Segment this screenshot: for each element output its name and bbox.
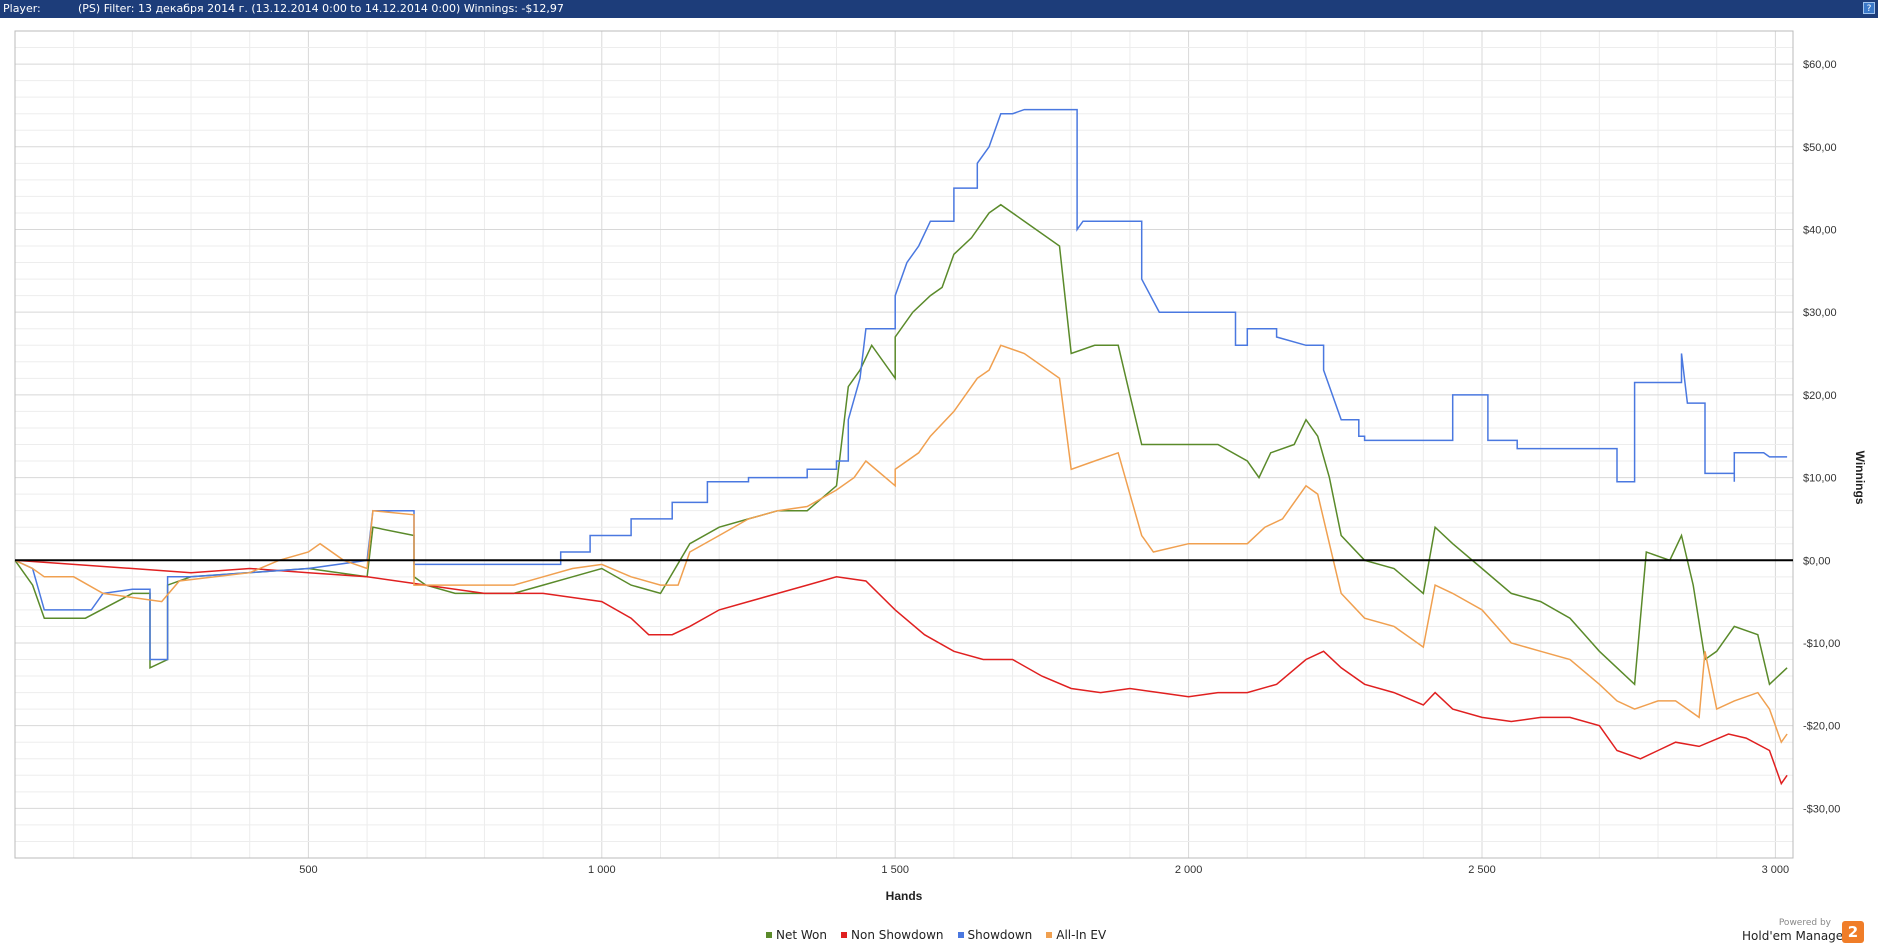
player-label: Player: [3, 2, 41, 15]
legend-swatch [766, 932, 772, 938]
x-tick-label: 500 [299, 864, 317, 876]
legend-label: All-In EV [1056, 928, 1107, 942]
title-bar: Player: (PS) Filter: 13 декабря 2014 г. … [0, 0, 1878, 18]
y-tick-label: $50,00 [1803, 142, 1837, 154]
legend-item: Non Showdown [841, 928, 944, 942]
winnings-chart: 500 1 000 1 500 2 000 2 500 3 000 -$30,00 -$20… [14, 30, 1867, 903]
series-layer [14, 108, 1788, 786]
legend-label: Non Showdown [851, 928, 944, 942]
legend-label: Showdown [967, 928, 1033, 942]
legend-item: Net Won [766, 928, 827, 942]
legend-swatch [1046, 932, 1053, 938]
x-tick-label: 1 500 [881, 864, 909, 876]
legend-label: Net Won [776, 928, 827, 942]
x-axis-ticks: 500 1 000 1 500 2 000 2 500 3 000 [299, 864, 1789, 876]
y-tick-label: -$10,00 [1803, 638, 1840, 650]
legend-item: All-In EV [1046, 928, 1106, 942]
y-tick-label: $30,00 [1803, 307, 1837, 319]
x-axis-label: Hands [886, 889, 923, 903]
x-tick-label: 1 000 [588, 864, 616, 876]
x-tick-label: 2 500 [1468, 864, 1496, 876]
y-tick-label: $60,00 [1803, 59, 1837, 71]
x-tick-label: 3 000 [1762, 864, 1790, 876]
legend-swatch [957, 932, 964, 938]
y-tick-label: -$30,00 [1803, 803, 1840, 815]
help-icon[interactable]: ? [1863, 2, 1875, 14]
legend-swatch [841, 932, 847, 938]
chart-grid [15, 30, 1793, 859]
hm2-logo-icon: 2 [1842, 921, 1864, 943]
legend-item: Showdown [957, 928, 1033, 942]
powered-by-text: Powered by [1778, 918, 1831, 928]
y-tick-label: $20,00 [1803, 390, 1837, 402]
y-axis-label: Winnings [1853, 451, 1867, 505]
filter-text: (PS) Filter: 13 декабря 2014 г. (13.12.2… [78, 2, 564, 15]
y-tick-label: $10,00 [1803, 473, 1837, 485]
y-tick-label: $40,00 [1803, 224, 1837, 236]
chart-legend: Net Won Non Showdown Showdown All-In EV [766, 928, 1106, 942]
brand-name: Hold'em Manager [1742, 929, 1849, 943]
y-axis-ticks: -$30,00 -$20,00 -$10,00 $0,00 $10,00 $20,00 $3… [1803, 59, 1840, 815]
y-tick-label: $0,00 [1803, 555, 1831, 567]
y-tick-label: -$20,00 [1803, 721, 1840, 733]
x-tick-label: 2 000 [1175, 864, 1203, 876]
